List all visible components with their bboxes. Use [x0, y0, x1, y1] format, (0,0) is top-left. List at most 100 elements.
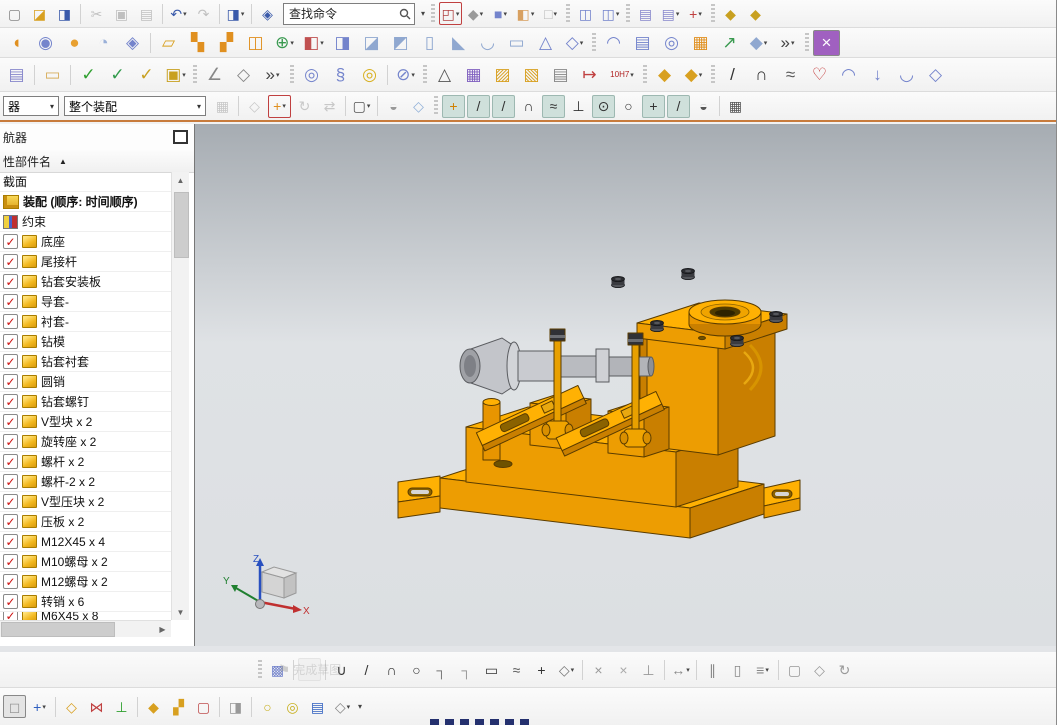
show-dof-icon[interactable]: ⊥	[110, 695, 133, 718]
interpart-filter-icon[interactable]: +▾	[268, 95, 291, 118]
helix-icon[interactable]: ◎	[298, 62, 325, 88]
make-corner-icon[interactable]: ⊥	[637, 658, 660, 681]
datum-plane-icon[interactable]: ▱	[155, 30, 182, 56]
blank-view-icon[interactable]: □▾	[539, 2, 562, 25]
scope-combo-arrow[interactable]: ▾	[197, 102, 201, 111]
search-icon[interactable]	[399, 8, 411, 20]
reattach-icon[interactable]: ▢	[783, 658, 806, 681]
component-checkbox[interactable]: ✓	[3, 574, 18, 589]
rectangle-select-icon[interactable]: ▢▾	[350, 95, 373, 118]
project-curve-icon[interactable]: ↓	[864, 62, 891, 88]
intersection-curve-icon[interactable]: ◇	[922, 62, 949, 88]
tree-item[interactable]: ✓M6X45 x 8	[0, 612, 171, 620]
tree-item[interactable]: 截面	[0, 172, 171, 192]
hole-icon[interactable]: ◉	[32, 30, 59, 56]
lock-2-icon[interactable]: ◆▾	[680, 62, 707, 88]
component-checkbox[interactable]: ✓	[3, 294, 18, 309]
component-checkbox[interactable]: ✓	[3, 314, 18, 329]
trim-sheet-icon[interactable]: ◪	[358, 30, 385, 56]
tree-item[interactable]: 装配 (顺序: 时间顺序)	[0, 192, 171, 212]
navigator-column-header[interactable]: 性部件名 ▲	[0, 150, 194, 173]
sketch-arc-icon[interactable]: ∩	[380, 658, 403, 681]
pattern-component-icon[interactable]: ▞	[167, 695, 190, 718]
csys-icon[interactable]: +▾	[684, 2, 707, 25]
expression-icon[interactable]: ▣▾	[162, 62, 189, 88]
tree-item[interactable]: ✓钻套螺钉	[0, 392, 171, 412]
tree-item[interactable]: ✓钻模	[0, 332, 171, 352]
sketch-icon[interactable]: ◔	[90, 30, 117, 56]
update-model-icon[interactable]: ↻	[833, 658, 856, 681]
component-checkbox[interactable]: ✓	[3, 394, 18, 409]
orient-view-icon[interactable]: ◆▾	[464, 2, 487, 25]
assembly-navigator-icon[interactable]: ▤▾	[659, 2, 682, 25]
snap-point-on-face-icon[interactable]: ◒	[692, 95, 715, 118]
tree-item[interactable]: ✓V型压块 x 2	[0, 492, 171, 512]
sheet-metal-flange-icon[interactable]: ◇	[230, 62, 257, 88]
ruled-surface-icon[interactable]: ◠	[600, 30, 627, 56]
component-checkbox[interactable]: ✓	[3, 254, 18, 269]
tree-item[interactable]: ✓M12X45 x 4	[0, 532, 171, 552]
scroll-up-arrow[interactable]: ▲	[172, 172, 189, 188]
quick-extend-icon[interactable]: ×	[612, 658, 635, 681]
snap-circle-icon[interactable]: ○	[617, 95, 640, 118]
tree-item[interactable]: ✓M12螺母 x 2	[0, 572, 171, 592]
verify-body-icon[interactable]: ✓	[133, 62, 160, 88]
component-checkbox[interactable]: ✓	[3, 454, 18, 469]
pattern-geometry-icon[interactable]: ▞	[213, 30, 240, 56]
window-part-icon[interactable]: ◈	[256, 2, 279, 25]
horizontal-scroll-thumb[interactable]	[1, 622, 115, 637]
line-icon[interactable]: /	[719, 62, 746, 88]
snap-intersection-icon[interactable]: +	[642, 95, 665, 118]
component-checkbox[interactable]: ✓	[3, 374, 18, 389]
show-hide-2-icon[interactable]: ◫▾	[599, 2, 622, 25]
helix-curve-icon[interactable]: ♡	[806, 62, 833, 88]
sheet-pair-icon[interactable]: ◧▾	[514, 2, 537, 25]
tree-item[interactable]: ✓尾接杆	[0, 252, 171, 272]
component-checkbox[interactable]: ✓	[3, 414, 18, 429]
tree-item[interactable]: ✓圆销	[0, 372, 171, 392]
component-checkbox[interactable]: ✓	[3, 434, 18, 449]
suppress-component-icon[interactable]: ▢	[192, 695, 215, 718]
component-checkbox[interactable]: ✓	[3, 554, 18, 569]
rapid-dimension-icon[interactable]: ↔▾	[669, 658, 692, 681]
no-symbol-icon[interactable]: ⊘▾	[392, 62, 419, 88]
triangle-icon[interactable]: △	[431, 62, 458, 88]
new-file-icon[interactable]: ▢	[3, 2, 26, 25]
component-checkbox[interactable]: ✓	[3, 594, 18, 609]
component-checkbox[interactable]: ✓	[3, 334, 18, 349]
boolean-unite-icon[interactable]: ⊕▾	[271, 30, 298, 56]
simple-interference-icon[interactable]: ✓	[104, 62, 131, 88]
search-dropdown-arrow[interactable]: ▾	[421, 9, 425, 18]
orient-sketch-icon[interactable]: ◇	[808, 658, 831, 681]
component-checkbox[interactable]: ✓	[3, 534, 18, 549]
studio-spline-icon[interactable]: ≈	[777, 62, 804, 88]
chamfer-icon[interactable]: ┐	[455, 658, 478, 681]
drill-jig-model[interactable]	[380, 250, 820, 540]
pattern-feature-icon[interactable]: ▚	[184, 30, 211, 56]
peer-dimension-icon[interactable]: ▯	[726, 658, 749, 681]
tree-item[interactable]: ✓底座	[0, 232, 171, 252]
sort-ascending-icon[interactable]: ▲	[59, 157, 67, 166]
vertical-scroll-thumb[interactable]	[174, 192, 189, 258]
swept-surface-icon[interactable]: ◎	[658, 30, 685, 56]
snap-curve-point-icon[interactable]: ∩	[517, 95, 540, 118]
revolve-icon[interactable]: ◖	[3, 30, 30, 56]
fit-view-icon[interactable]: ◰▾	[439, 2, 462, 25]
exploded-views-icon[interactable]: ◇▾	[331, 695, 354, 718]
offset-curve-icon[interactable]: ◇▾	[555, 658, 578, 681]
tree-vertical-scrollbar[interactable]: ▲ ▼	[171, 172, 189, 620]
fillet-icon[interactable]: ┐	[430, 658, 453, 681]
mesh-surface-icon[interactable]: ▦	[687, 30, 714, 56]
component-info-icon[interactable]: ▤	[306, 695, 329, 718]
display-constraints-icon[interactable]: ≡▾	[751, 658, 774, 681]
tree-horizontal-scrollbar[interactable]: ▶	[0, 620, 171, 637]
mirror-feature-icon[interactable]: ◫	[242, 30, 269, 56]
find-component-icon[interactable]: ◻	[3, 695, 26, 718]
draft-icon[interactable]: ◣	[445, 30, 472, 56]
folder-points-icon[interactable]: ▨	[489, 62, 516, 88]
sketch-line-icon[interactable]: /	[355, 658, 378, 681]
scroll-right-arrow[interactable]: ▶	[154, 621, 171, 637]
tree-item[interactable]: ✓V型块 x 2	[0, 412, 171, 432]
panel-float-button[interactable]	[173, 130, 188, 144]
command-finder-input[interactable]	[287, 6, 399, 22]
